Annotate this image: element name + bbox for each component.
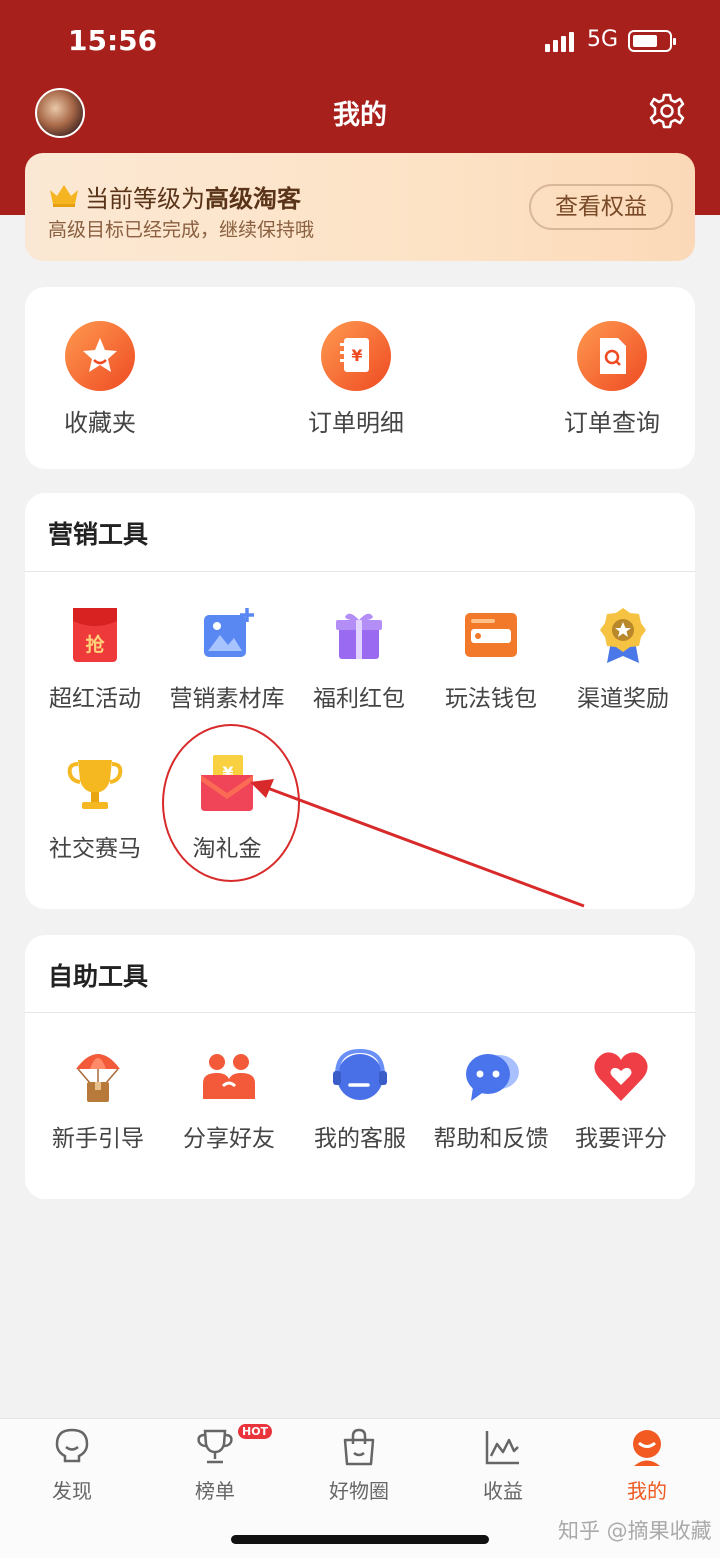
chart-line-icon — [483, 1427, 523, 1467]
tab-earnings[interactable]: 收益 — [443, 1427, 563, 1504]
tab-label: 我的 — [627, 1479, 667, 1503]
level-card: 当前等级为高级淘客 高级目标已经完成，继续保持哦 查看权益 — [25, 153, 695, 261]
image-add-icon — [197, 605, 257, 665]
level-name: 高级淘客 — [205, 185, 301, 213]
order-book-icon: ¥ — [321, 321, 391, 391]
gift-box-icon — [329, 605, 389, 665]
tab-discover[interactable]: 发现 — [12, 1427, 132, 1504]
home-indicator[interactable] — [231, 1535, 489, 1544]
chat-bubble-icon — [461, 1045, 521, 1105]
tool-label: 帮助和反馈 — [433, 1126, 549, 1152]
tool-rate-us[interactable]: 我要评分 — [551, 1045, 691, 1153]
view-benefits-button[interactable]: 查看权益 — [529, 184, 673, 230]
heart-icon — [591, 1045, 651, 1105]
status-bar: 15:56 5G — [0, 0, 720, 80]
tool-channel-reward[interactable]: 渠道奖励 — [553, 605, 693, 713]
tool-play-wallet[interactable]: 玩法钱包 — [421, 605, 561, 713]
wallet-icon — [461, 605, 521, 665]
level-subtitle: 高级目标已经完成，继续保持哦 — [48, 219, 315, 241]
level-text: 当前等级为高级淘客 — [85, 179, 301, 214]
section-title: 自助工具 — [48, 962, 149, 991]
quick-link-label: 订单明细 — [308, 409, 404, 437]
friends-icon — [199, 1045, 259, 1105]
quick-link-order-search[interactable]: 订单查询 — [537, 321, 687, 438]
svg-text:抢: 抢 — [85, 633, 105, 656]
tool-beginner-guide[interactable]: 新手引导 — [28, 1045, 168, 1153]
tool-label: 福利红包 — [313, 686, 405, 712]
tool-label: 超红活动 — [49, 686, 141, 712]
tool-label: 营销素材库 — [169, 686, 285, 712]
network-type: 5G — [587, 27, 619, 52]
profile-face-icon — [627, 1427, 667, 1467]
svg-text:¥: ¥ — [351, 346, 362, 365]
bulb-icon — [52, 1427, 92, 1467]
crown-icon — [50, 185, 78, 207]
tab-label: 收益 — [483, 1479, 523, 1503]
red-envelope-grab-icon: 抢 — [65, 605, 125, 665]
order-search-icon — [577, 321, 647, 391]
quick-link-label: 订单查询 — [564, 409, 660, 437]
gear-icon[interactable] — [648, 92, 686, 130]
tool-label: 新手引导 — [52, 1126, 144, 1152]
tool-label: 社交赛马 — [49, 836, 141, 862]
tool-customer-service[interactable]: 我的客服 — [290, 1045, 430, 1153]
divider — [25, 1012, 695, 1013]
page-title: 我的 — [333, 100, 387, 131]
trophy-icon — [65, 755, 125, 815]
tool-welfare-redpacket[interactable]: 福利红包 — [289, 605, 429, 713]
annotation-arrow — [250, 779, 585, 908]
battery-icon — [628, 30, 676, 52]
star-face-icon — [65, 321, 135, 391]
tool-share-friends[interactable]: 分享好友 — [159, 1045, 299, 1153]
quick-link-order-details[interactable]: ¥ 订单明细 — [281, 321, 431, 438]
self-service-card: 自助工具 新手引导 分享好友 我的客服 帮助和反馈 我要评分 — [25, 935, 695, 1199]
tab-label: 好物圈 — [329, 1479, 389, 1503]
quick-links-card: 收藏夹 ¥ 订单明细 订单查询 — [25, 287, 695, 469]
tool-label: 分享好友 — [183, 1126, 275, 1152]
tool-label: 玩法钱包 — [445, 686, 537, 712]
level-prefix: 当前等级为 — [85, 185, 205, 213]
tool-label: 我的客服 — [314, 1126, 406, 1152]
tab-mine[interactable]: 我的 — [587, 1427, 707, 1504]
tool-label: 渠道奖励 — [577, 686, 669, 712]
tool-social-race[interactable]: 社交赛马 — [25, 755, 165, 863]
quick-link-favorites[interactable]: 收藏夹 — [25, 321, 175, 438]
tab-label: 发现 — [52, 1479, 92, 1503]
medal-icon — [593, 605, 653, 665]
parachute-box-icon — [68, 1045, 128, 1105]
watermark: 知乎 @摘果收藏 — [558, 1519, 712, 1543]
shopping-bag-icon — [339, 1427, 379, 1467]
tool-super-red[interactable]: 抢 超红活动 — [25, 605, 165, 713]
tab-good-things[interactable]: 好物圈 — [299, 1427, 419, 1504]
tool-help-feedback[interactable]: 帮助和反馈 — [421, 1045, 561, 1153]
tab-label: 榜单 — [195, 1479, 235, 1503]
tool-label: 我要评分 — [575, 1126, 667, 1152]
hot-badge: HOT — [238, 1424, 273, 1439]
tool-material-library[interactable]: 营销素材库 — [157, 605, 297, 713]
trophy-icon — [195, 1427, 235, 1467]
headset-icon — [330, 1045, 390, 1105]
status-time: 15:56 — [68, 24, 158, 57]
section-title: 营销工具 — [48, 520, 149, 549]
quick-link-label: 收藏夹 — [64, 409, 136, 437]
divider — [25, 571, 695, 572]
